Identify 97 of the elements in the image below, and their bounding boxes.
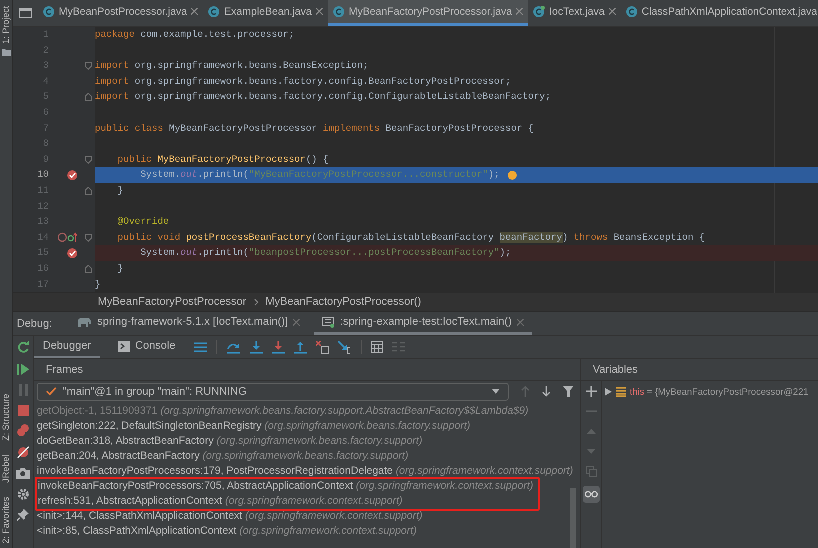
caret-icon [492, 389, 500, 394]
mute-breakpoints-icon[interactable] [16, 446, 30, 458]
code-line: System.out.println("beanpostProcessor...postProcessBeanFactory"); [140, 246, 512, 260]
stack-frame-item[interactable]: <init>:85, ClassPathXmlApplicationContext (org.springframework.context.support) [34, 524, 580, 539]
breakpoint-icon[interactable] [67, 248, 78, 259]
check-icon [46, 387, 57, 396]
editor-tab[interactable]: MyBeanPostProcessor.java [38, 0, 204, 26]
close-icon[interactable] [516, 8, 524, 15]
pause-icon[interactable] [18, 384, 28, 396]
editor-tab[interactable]: MyBeanFactoryPostProcessor.java [328, 0, 528, 26]
breadcrumb-item[interactable]: MyBeanFactoryPostProcessor [98, 296, 247, 308]
console-window-icon [322, 316, 336, 328]
stack-frame-item[interactable]: <init>:144, ClassPathXmlApplicationContext (org.springframework.context.support) [34, 509, 580, 524]
code-line: System.out.println("MyBeanFactoryPostProcessor...constructor"); [140, 168, 500, 182]
breadcrumb-item[interactable]: MyBeanFactoryPostProcessor() [266, 296, 422, 308]
arrow-down-icon[interactable] [542, 386, 551, 397]
breakpoint-icon[interactable] [67, 170, 78, 181]
filter-icon[interactable] [563, 386, 574, 397]
fold-marker-icon[interactable] [84, 234, 92, 242]
code-line: import org.springframework.beans.factory.config.ConfigurableListableBeanFactory; [95, 90, 552, 104]
panel-tab[interactable]: Console [109, 336, 185, 358]
class-file-icon [626, 6, 638, 18]
step-out-icon[interactable] [294, 340, 307, 354]
pin-icon[interactable] [17, 509, 29, 521]
stack-frame-item[interactable]: getObject:-1, 1511909371 (org.springframework.beans.factory.support.AbstractBeanFactory$$Lambda$9) [34, 404, 580, 419]
thread-dropdown[interactable]: "main"@1 in group "main": RUNNING [37, 382, 509, 400]
scrollbar[interactable] [570, 488, 576, 548]
class-file-icon [208, 6, 220, 18]
fold-marker-icon[interactable] [84, 186, 92, 195]
code-line: @Override [116, 215, 170, 230]
tool-window-button[interactable]: 2: Favorites [1, 496, 11, 544]
glasses-icon[interactable] [582, 486, 600, 503]
code-line: } [116, 184, 124, 198]
fold-marker-icon[interactable] [84, 93, 92, 102]
override-marker-icon[interactable] [58, 232, 78, 244]
settings-icon[interactable] [16, 488, 30, 500]
variable-item[interactable]: this = {MyBeanFactoryPostProcessor@221 [630, 387, 809, 397]
menu-icon[interactable] [194, 342, 207, 352]
editor-tab[interactable]: ExampleBean.java [203, 0, 328, 26]
expand-arrow-icon[interactable] [605, 388, 612, 396]
close-icon[interactable] [516, 318, 524, 326]
window-icon[interactable] [19, 8, 32, 18]
calculator-icon[interactable] [370, 341, 383, 353]
line-number: 10 [36, 168, 50, 182]
breakpoints-icon[interactable] [16, 424, 30, 437]
rerun-icon[interactable] [16, 341, 30, 354]
fold-marker-icon[interactable] [84, 156, 92, 164]
close-icon[interactable] [316, 8, 323, 15]
lightbulb-icon[interactable] [508, 170, 517, 180]
copy-icon[interactable] [586, 466, 596, 477]
elephant-icon [76, 316, 92, 328]
class-file-icon [332, 6, 345, 18]
code-line: public void postProcessBeanFactory(ConfigurableListableBeanFactory beanFactory) throws BeansException { [116, 230, 706, 245]
debug-session-tab[interactable]: spring-framework-5.1.x [IocText.main()] [68, 312, 308, 335]
code-line: import org.springframework.beans.BeansException; [95, 59, 369, 74]
debug-session-tab[interactable]: :spring-example-test:IocText.main() [314, 312, 532, 335]
force-step-into-icon[interactable] [272, 340, 285, 354]
field-icon [616, 387, 626, 397]
tool-window-button[interactable]: 1: Project [1, 6, 11, 44]
console-icon [118, 340, 130, 352]
close-icon[interactable] [191, 8, 198, 15]
camera-icon[interactable] [16, 467, 30, 479]
close-icon[interactable] [293, 318, 300, 326]
code-line: } [95, 278, 101, 292]
class-file-icon [43, 6, 55, 18]
panel-title: Frames [34, 359, 580, 381]
step-into-icon[interactable] [250, 340, 263, 354]
close-icon[interactable] [608, 8, 616, 15]
drop-frame-icon[interactable] [316, 340, 329, 354]
code-line: public class MyBeanFactoryPostProcessor implements BeanFactoryPostProcessor { [95, 122, 534, 136]
stack-frame-item[interactable]: invokeBeanFactoryPostProcessors:705, AbstractApplicationContext (org.springframework.context.support) [37, 479, 534, 494]
resume-icon[interactable] [16, 362, 30, 376]
panel-tab[interactable]: Debugger [34, 336, 100, 358]
stack-frame-item[interactable]: doGetBean:318, AbstractBeanFactory (org.springframework.beans.factory.support) [34, 434, 580, 449]
stop-icon[interactable] [18, 404, 28, 416]
code-line: import org.springframework.beans.factory.config.BeanFactoryPostProcessor; [95, 74, 512, 89]
panel-title: Debug: [17, 318, 52, 330]
code-line: public MyBeanFactoryPostProcessor() { [116, 152, 329, 167]
panel-title: Variables [581, 359, 818, 381]
code-line: package com.example.test.processor; [95, 28, 295, 42]
arrow-up-icon[interactable] [521, 386, 530, 397]
run-to-cursor-icon[interactable] [338, 340, 352, 354]
stack-frame-item[interactable]: refresh:531, AbstractApplicationContext (org.springframework.context.support) [37, 494, 534, 509]
tool-window-button[interactable]: Z: Structure [1, 394, 11, 441]
editor-tab[interactable]: IocText.java [528, 0, 621, 26]
stack-frame-item[interactable]: getSingleton:222, DefaultSingletonBeanRegistry (org.springframework.beans.factory.support) [34, 419, 580, 434]
fold-marker-icon[interactable] [84, 62, 92, 70]
stack-frame-item[interactable]: invokeBeanFactoryPostProcessors:179, PostProcessorRegistrationDelegate (org.springframework.context.support) [34, 464, 580, 479]
folder-icon [2, 48, 10, 56]
plus-icon[interactable] [586, 386, 596, 397]
editor-tab[interactable]: ClassPathXmlApplicationContext.java [620, 0, 818, 26]
tool-window-button[interactable]: JRebel [1, 454, 11, 483]
class-file-icon [533, 6, 546, 18]
stack-frame-item[interactable]: getBean:204, AbstractBeanFactory (org.springframework.beans.factory.support) [34, 449, 580, 464]
code-line: } [116, 262, 124, 276]
chevron-icon [254, 298, 259, 306]
fold-marker-icon[interactable] [84, 264, 92, 273]
